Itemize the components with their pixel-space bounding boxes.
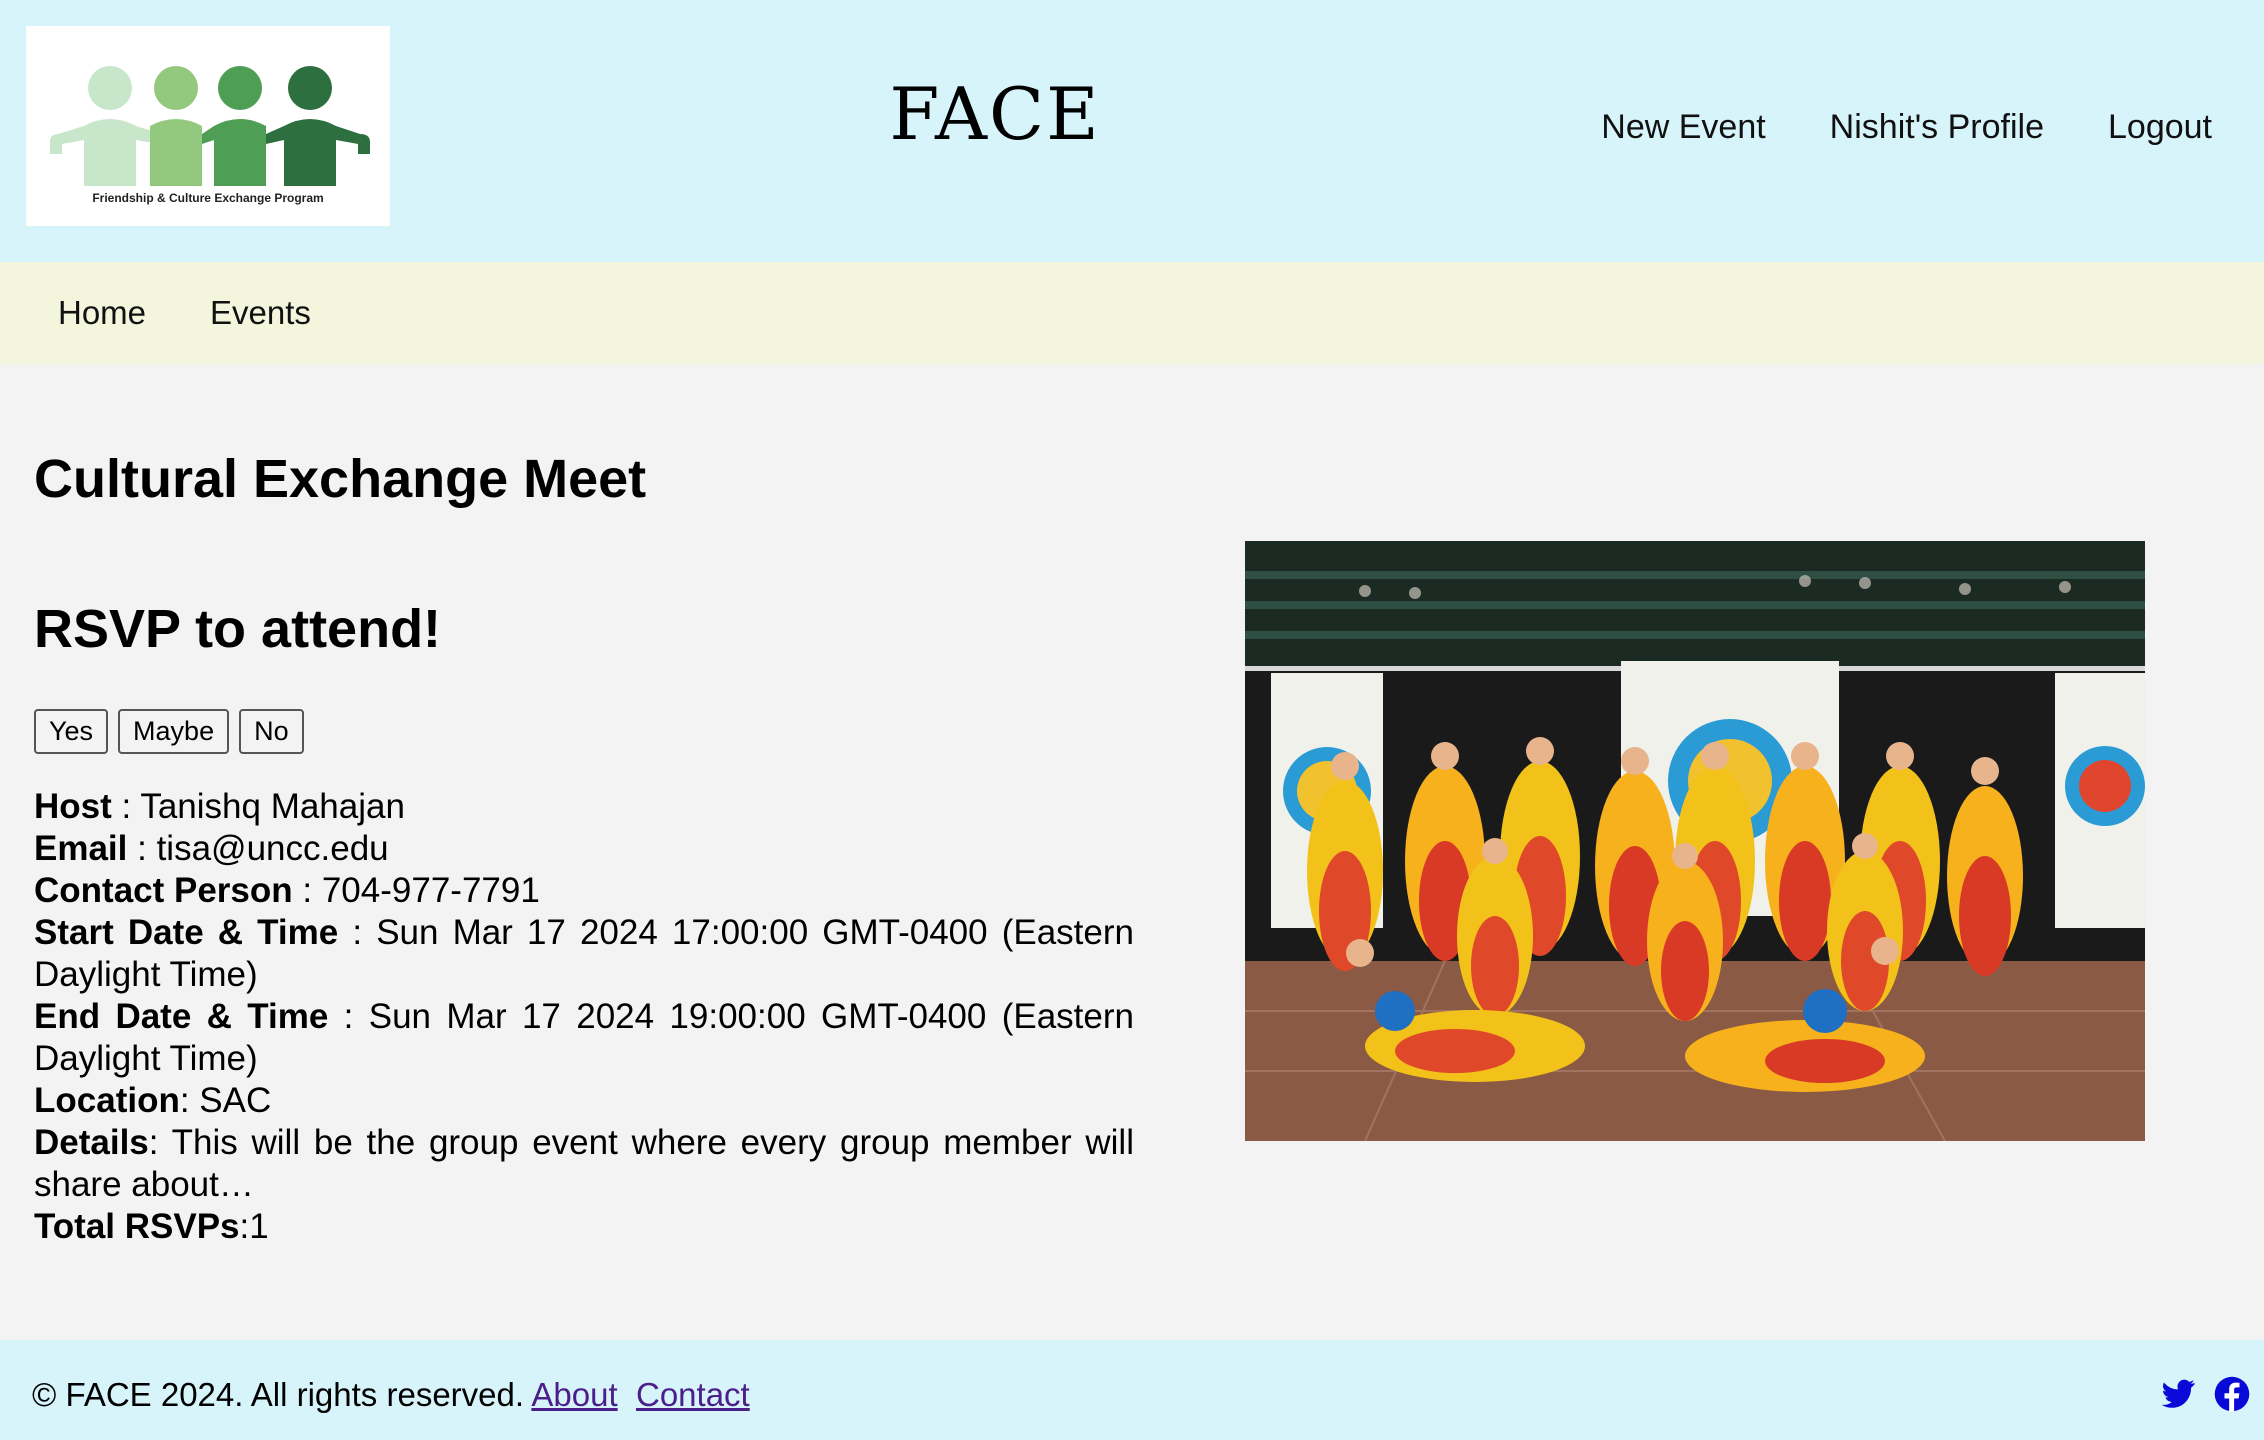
contact-row: Contact Person : 704-977-7791 <box>34 871 540 910</box>
events-link[interactable]: Events <box>210 294 311 332</box>
new-event-link[interactable]: New Event <box>1601 108 1765 147</box>
twitter-icon[interactable] <box>2160 1376 2196 1412</box>
rsvps-value: 1 <box>249 1207 269 1246</box>
rsvp-no-button[interactable]: No <box>239 709 304 754</box>
event-detail: Cultural Exchange Meet RSVP to attend! Y… <box>0 364 2264 1340</box>
site-header: Friendship & Culture Exchange Program FA… <box>0 0 2264 262</box>
start-label: Start Date & Time <box>34 913 339 952</box>
details-label: Details <box>34 1123 149 1162</box>
facebook-icon[interactable] <box>2214 1376 2250 1412</box>
end-row: End Date & Time : Sun Mar 17 2024 19:00:… <box>34 997 1134 1078</box>
host-label: Host <box>34 787 112 826</box>
site-footer: © FACE 2024. All rights reserved. About … <box>0 1340 2264 1440</box>
event-title: Cultural Exchange Meet <box>34 449 647 509</box>
footer-copyright: © FACE 2024. All rights reserved. About … <box>32 1376 750 1414</box>
end-label: End Date & Time <box>34 997 329 1036</box>
email-value: tisa@uncc.edu <box>156 829 389 868</box>
contact-label: Contact Person <box>34 871 293 910</box>
location-value: SAC <box>199 1081 272 1120</box>
rsvps-row: Total RSVPs:1 <box>34 1207 269 1246</box>
email-label: Email <box>34 829 128 868</box>
logo-caption: Friendship & Culture Exchange Program <box>92 191 323 205</box>
email-row: Email : tisa@uncc.edu <box>34 829 389 868</box>
home-link[interactable]: Home <box>58 294 146 332</box>
start-row: Start Date & Time : Sun Mar 17 2024 17:0… <box>34 913 1134 994</box>
rsvp-yes-button[interactable]: Yes <box>34 709 109 754</box>
rsvp-heading: RSVP to attend! <box>34 599 442 659</box>
sub-nav: Home Events <box>0 262 2264 364</box>
dance-performance-image <box>1245 541 2145 1141</box>
location-label: Location <box>34 1081 180 1120</box>
contact-link[interactable]: Contact <box>636 1376 750 1413</box>
contact-value: 704-977-7791 <box>321 871 540 910</box>
host-row: Host : Tanishq Mahajan <box>34 787 405 826</box>
host-value: Tanishq Mahajan <box>140 787 405 826</box>
details-row: Details: This will be the group event wh… <box>34 1123 1134 1204</box>
about-link[interactable]: About <box>531 1376 617 1413</box>
event-details: Host : Tanishq Mahajan Email : tisa@uncc… <box>34 786 1134 1248</box>
social-links <box>2160 1376 2250 1412</box>
location-row: Location: SAC <box>34 1081 272 1120</box>
rsvp-button-group: Yes Maybe No <box>34 709 304 754</box>
logout-link[interactable]: Logout <box>2108 108 2212 147</box>
rsvps-label: Total RSVPs <box>34 1207 240 1246</box>
profile-link[interactable]: Nishit's Profile <box>1830 108 2044 147</box>
details-value: This will be the group event where every… <box>34 1123 1134 1204</box>
copyright-text: © FACE 2024. All rights reserved. <box>32 1376 525 1413</box>
rsvp-maybe-button[interactable]: Maybe <box>118 709 230 754</box>
event-image <box>1245 541 2145 1141</box>
top-nav: New Event Nishit's Profile Logout <box>1601 108 2212 147</box>
